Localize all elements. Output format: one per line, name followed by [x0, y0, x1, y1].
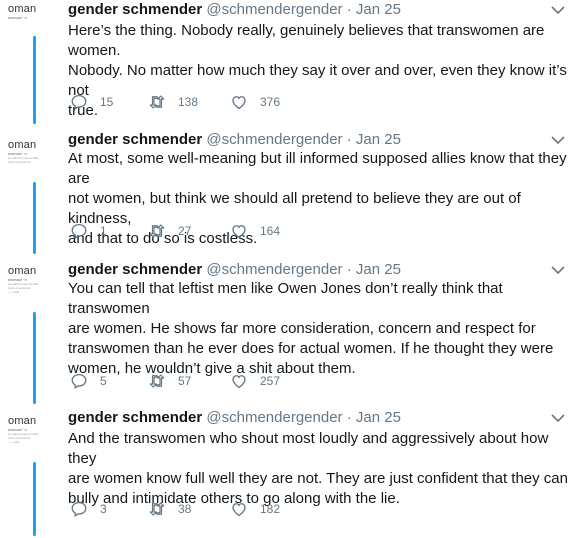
avatar-text: woman/ ·n: [8, 15, 27, 20]
tweet[interactable]: oman woman/ ·n an adult human female (on…: [0, 260, 579, 410]
reply-count: 1: [100, 224, 107, 238]
tweet-header: gender schmender @schmendergender · Jan …: [68, 408, 401, 428]
separator-dot: ·: [346, 261, 352, 278]
thread-line: [33, 182, 36, 254]
author-handle[interactable]: @schmendergender: [206, 1, 342, 18]
avatar-text: oman: [8, 415, 37, 427]
avatar-text: oman: [8, 139, 37, 151]
author-handle[interactable]: @schmendergender: [206, 261, 342, 278]
like-button[interactable]: 182: [230, 499, 280, 519]
tweet-header: gender schmender @schmendergender · Jan …: [68, 130, 401, 150]
reply-button[interactable]: 15: [70, 92, 113, 112]
tweet-text: You can tell that leftist men like Owen …: [68, 279, 568, 379]
like-button[interactable]: 164: [230, 221, 280, 241]
tweet-line: Here’s the thing. Nobody really, genuine…: [68, 22, 545, 59]
author-handle[interactable]: @schmendergender: [206, 131, 342, 148]
author-name[interactable]: gender schmender: [68, 409, 202, 426]
tweet-date[interactable]: Jan 25: [356, 261, 401, 278]
like-button[interactable]: 257: [230, 371, 280, 391]
avatar-text: oman: [8, 265, 37, 277]
reply-icon: [71, 373, 87, 390]
retweet-icon: [149, 374, 165, 388]
avatar[interactable]: oman woman/ ·n: [8, 0, 52, 46]
reply-button[interactable]: 1: [70, 221, 107, 241]
reply-count: 15: [100, 95, 114, 109]
thread-line: [33, 36, 36, 124]
chevron-down-icon[interactable]: [551, 265, 565, 275]
retweet-icon: [149, 502, 165, 516]
chevron-down-icon[interactable]: [551, 135, 565, 145]
like-icon: [232, 96, 246, 110]
avatar-text: ~~~ kids: [8, 290, 20, 294]
like-count: 257: [260, 374, 281, 388]
tweet[interactable]: oman woman/ ·n an adult human female (on…: [0, 408, 579, 538]
avatar[interactable]: oman woman/ ·n an adult human female (on…: [8, 410, 52, 456]
tweet-date[interactable]: Jan 25: [356, 409, 401, 426]
like-count: 164: [260, 224, 281, 238]
like-icon: [232, 375, 246, 389]
author-name[interactable]: gender schmender: [68, 1, 202, 18]
retweet-button[interactable]: 38: [148, 499, 191, 519]
retweet-count: 138: [178, 95, 199, 109]
like-icon: [232, 225, 246, 239]
separator-dot: ·: [346, 1, 352, 18]
avatar[interactable]: oman woman/ ·n an adult human female (on…: [8, 262, 52, 308]
thread-line: [33, 312, 36, 404]
avatar[interactable]: oman woman/ ·n an adult human female (on…: [8, 132, 52, 178]
reply-icon: [71, 223, 87, 240]
author-name[interactable]: gender schmender: [68, 131, 202, 148]
tweet-line: transwomen than he ever does for actual …: [68, 340, 554, 357]
tweet-actions: 3 38 182: [68, 499, 388, 519]
tweet-actions: 15 138 376: [68, 92, 388, 112]
tweet-line: And the transwomen who shout most loudly…: [68, 430, 549, 467]
like-count: 376: [260, 95, 281, 109]
tweet[interactable]: oman woman/ ·n gender schmender @schmend…: [0, 0, 579, 130]
tweet[interactable]: oman woman/ ·n an adult human female (on…: [0, 130, 579, 260]
tweet-header: gender schmender @schmendergender · Jan …: [68, 0, 401, 20]
tweet-header: gender schmender @schmendergender · Jan …: [68, 260, 401, 280]
tweet-date[interactable]: Jan 25: [356, 1, 401, 18]
like-button[interactable]: 376: [230, 92, 280, 112]
tweet-line: You can tell that leftist men like Owen …: [68, 280, 503, 317]
avatar-text: (only of persons): [8, 160, 31, 164]
reply-count: 5: [100, 374, 107, 388]
separator-dot: ·: [346, 409, 352, 426]
retweet-count: 57: [178, 374, 192, 388]
tweet-text: And the transwomen who shout most loudly…: [68, 429, 568, 509]
thread-line: [33, 462, 36, 536]
reply-icon: [71, 94, 87, 111]
tweet-line: are women know full well they are not. T…: [68, 470, 568, 487]
chevron-down-icon[interactable]: [551, 5, 565, 15]
reply-button[interactable]: 5: [70, 371, 107, 391]
tweet-actions: 5 57 257: [68, 371, 388, 391]
separator-dot: ·: [346, 131, 352, 148]
tweet-line: At most, some well-meaning but ill infor…: [68, 150, 567, 187]
retweet-count: 38: [178, 502, 192, 516]
reply-icon: [71, 501, 87, 518]
avatar-text: oman: [8, 3, 37, 15]
reply-button[interactable]: 3: [70, 499, 107, 519]
retweet-button[interactable]: 138: [148, 92, 198, 112]
like-count: 182: [260, 502, 281, 516]
retweet-button[interactable]: 27: [148, 221, 191, 241]
reply-count: 3: [100, 502, 107, 516]
chevron-down-icon[interactable]: [551, 413, 565, 423]
retweet-count: 27: [178, 224, 192, 238]
retweet-button[interactable]: 57: [148, 371, 191, 391]
retweet-icon: [149, 95, 165, 109]
author-handle[interactable]: @schmendergender: [206, 409, 342, 426]
author-name[interactable]: gender schmender: [68, 261, 202, 278]
tweet-line: are women. He shows far more considerati…: [68, 320, 536, 337]
tweet-actions: 1 27 164: [68, 221, 388, 241]
retweet-icon: [149, 224, 165, 238]
like-icon: [232, 503, 246, 517]
avatar-text: ~~~ kids: [8, 440, 20, 444]
tweet-date[interactable]: Jan 25: [356, 131, 401, 148]
